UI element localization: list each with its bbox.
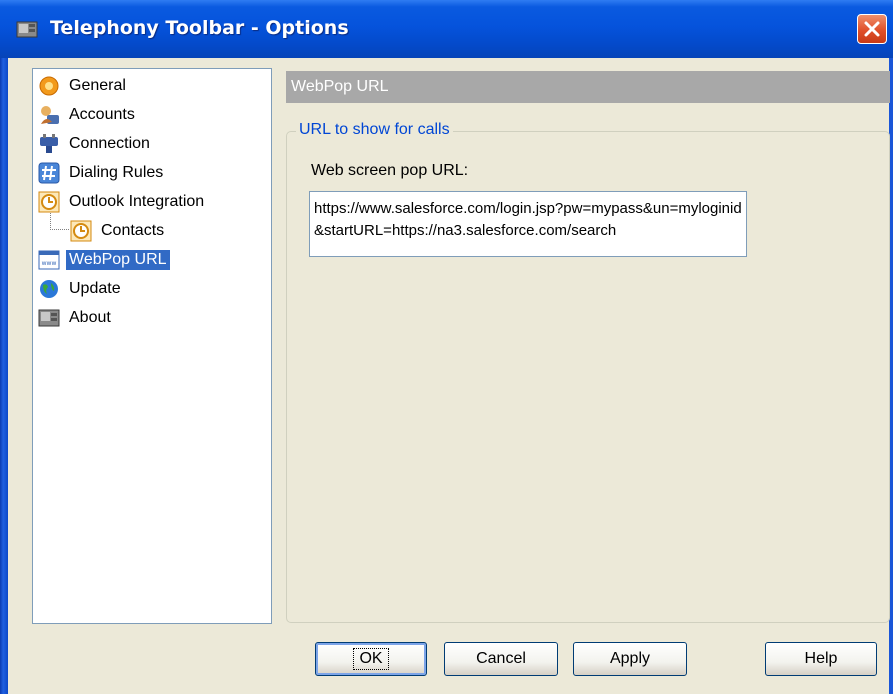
tree-item-label: General bbox=[69, 77, 126, 94]
tree-item-label: Connection bbox=[69, 135, 150, 152]
title-bar[interactable]: Telephony Toolbar - Options bbox=[0, 0, 893, 58]
tree-item-label: Dialing Rules bbox=[69, 164, 164, 181]
url-field-label: Web screen pop URL: bbox=[311, 162, 469, 179]
options-dialog: Telephony Toolbar - Options General Acco… bbox=[0, 0, 893, 694]
gear-icon bbox=[39, 76, 59, 96]
tree-item-accounts[interactable]: Accounts bbox=[38, 102, 138, 128]
options-tree[interactable]: General Accounts Connection Dialing Rule… bbox=[32, 68, 272, 624]
clock-icon bbox=[38, 191, 60, 213]
apply-button[interactable]: Apply bbox=[573, 642, 687, 676]
window-title: Telephony Toolbar - Options bbox=[50, 17, 349, 39]
ok-button[interactable]: OK bbox=[315, 642, 427, 676]
tree-item-contacts[interactable]: Contacts bbox=[70, 218, 167, 244]
ok-button-label: OK bbox=[353, 648, 389, 670]
plug-icon bbox=[40, 134, 58, 153]
svg-text:www: www bbox=[42, 260, 57, 267]
help-button[interactable]: Help bbox=[765, 642, 877, 676]
tree-item-general[interactable]: General bbox=[38, 73, 129, 99]
cancel-button-label: Cancel bbox=[476, 650, 526, 667]
tree-item-label: Contacts bbox=[101, 222, 165, 239]
about-icon bbox=[38, 309, 60, 327]
globe-icon bbox=[40, 280, 58, 298]
tree-item-label: About bbox=[69, 309, 111, 326]
tree-connector bbox=[50, 213, 69, 230]
tree-item-dialing-rules[interactable]: Dialing Rules bbox=[38, 160, 166, 186]
tree-item-outlook-integration[interactable]: Outlook Integration bbox=[38, 189, 207, 215]
clock-icon bbox=[70, 220, 92, 242]
hash-icon bbox=[38, 162, 60, 184]
apply-button-label: Apply bbox=[609, 650, 651, 667]
www-icon: www bbox=[38, 250, 60, 270]
section-header: WebPop URL bbox=[286, 71, 890, 103]
help-button-label: Help bbox=[804, 650, 838, 667]
tree-item-update[interactable]: Update bbox=[38, 276, 124, 302]
tree-item-webpop-url[interactable]: www WebPop URL bbox=[38, 247, 170, 273]
close-icon bbox=[864, 21, 880, 37]
accounts-icon bbox=[41, 106, 59, 124]
app-icon bbox=[16, 18, 40, 40]
webpop-url-input[interactable]: https://www.salesforce.com/login.jsp?pw=… bbox=[309, 191, 747, 257]
cancel-button[interactable]: Cancel bbox=[444, 642, 558, 676]
tree-item-about[interactable]: About bbox=[38, 305, 114, 331]
window-frame-left bbox=[0, 58, 8, 694]
close-button[interactable] bbox=[857, 14, 887, 44]
tree-item-connection[interactable]: Connection bbox=[38, 131, 153, 157]
tree-item-label: Update bbox=[69, 280, 121, 297]
group-title: URL to show for calls bbox=[296, 121, 453, 139]
tree-item-label: Outlook Integration bbox=[69, 193, 205, 210]
tree-item-label: WebPop URL bbox=[66, 250, 170, 270]
tree-item-label: Accounts bbox=[69, 106, 135, 123]
